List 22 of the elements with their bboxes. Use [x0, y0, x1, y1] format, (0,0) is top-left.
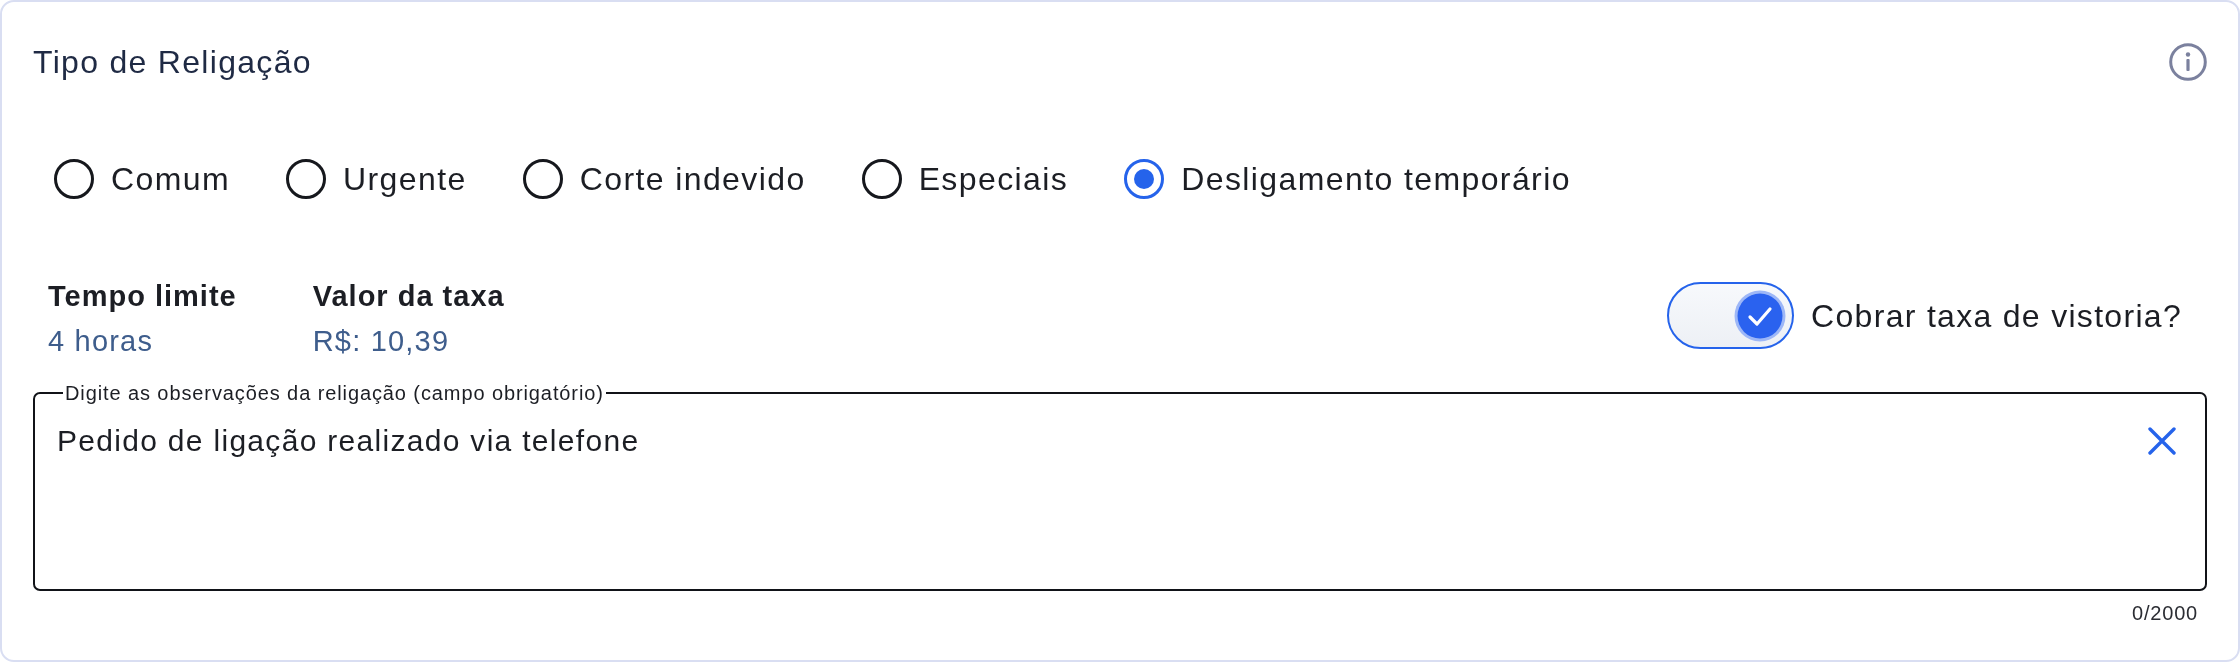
option-label[interactable]: Desligamento temporário: [1181, 159, 1571, 199]
option-label[interactable]: Urgente: [343, 159, 467, 199]
toggle-label[interactable]: Cobrar taxa de vistoria?: [1811, 295, 2182, 336]
option-label[interactable]: Comum: [111, 159, 230, 199]
close-icon: [2148, 427, 2176, 455]
character-counter: 0/2000: [2132, 601, 2198, 625]
radio-button[interactable]: [861, 159, 902, 199]
option-label[interactable]: Corte indevido: [579, 159, 806, 199]
field-value[interactable]: Pedido de ligação realizado via telefone: [57, 421, 640, 461]
detail-label: Tempo limite: [48, 279, 237, 314]
radio-button[interactable]: [1124, 159, 1165, 199]
info-icon[interactable]: [2169, 43, 2207, 81]
detail-label: Valor da taxa: [312, 279, 505, 314]
radio-button[interactable]: [54, 159, 94, 199]
check-icon: [1733, 288, 1788, 343]
field-label: Digite as observações da religação (campo obrigatório): [64, 381, 605, 405]
section-title: Tipo de Religação: [33, 43, 312, 82]
option-label[interactable]: Especiais: [918, 159, 1069, 199]
detail-value: 4 horas: [48, 324, 155, 359]
detail-value: R$: 10,39: [312, 324, 451, 359]
radio-button[interactable]: [522, 159, 563, 199]
radio-button[interactable]: [286, 159, 326, 199]
